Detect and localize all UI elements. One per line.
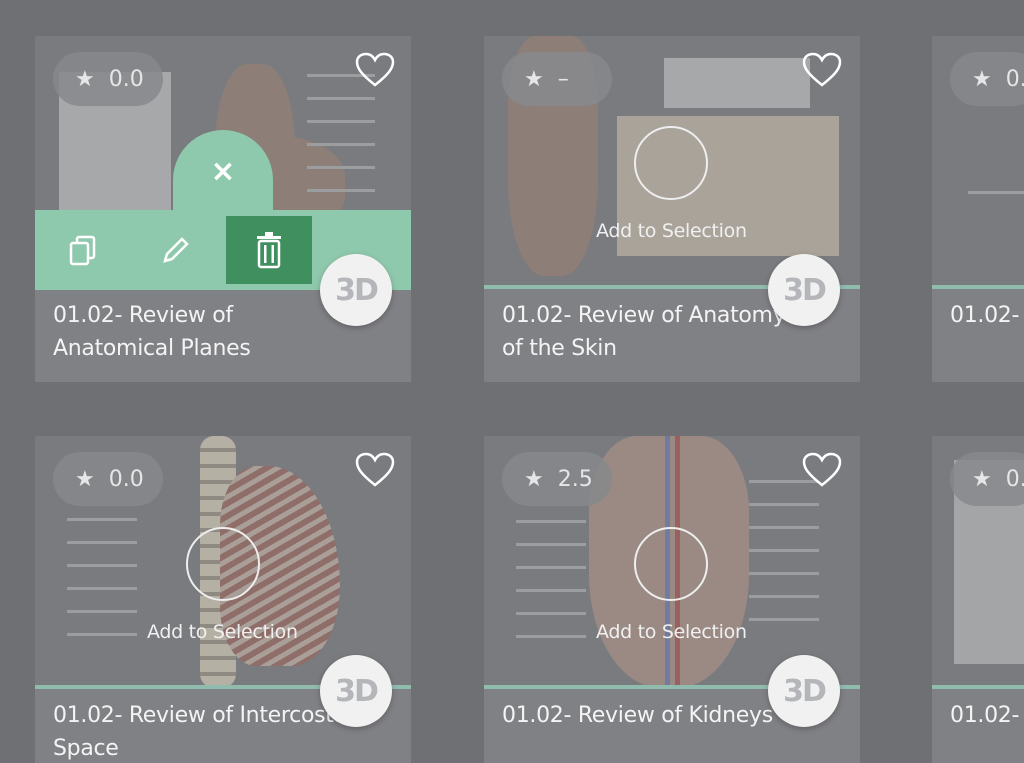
card-title: 01.02- Review of Anatomical Planes <box>53 303 251 361</box>
close-icon[interactable]: × <box>205 154 241 190</box>
rating-value: 0. <box>1005 466 1024 492</box>
heart-icon[interactable] <box>355 52 395 88</box>
content-card-partial-top[interactable]: 01.02- R ★ 0. <box>932 36 1024 382</box>
add-to-selection-label[interactable]: Add to Selection <box>596 220 747 242</box>
content-card-kidneys[interactable]: 01.02- Review of Kidneys ★ 2.5 Add to Se… <box>484 436 860 763</box>
rating-pill: ★ 0. <box>950 452 1024 506</box>
add-to-selection-label[interactable]: Add to Selection <box>596 621 747 643</box>
card-title: 01.02- R <box>950 303 1024 328</box>
heart-icon[interactable] <box>802 52 842 88</box>
rating-value: – <box>557 66 569 92</box>
add-to-selection-label[interactable]: Add to Selection <box>147 621 298 643</box>
content-card-partial-bottom[interactable]: 01.02- R ★ 0. <box>932 436 1024 763</box>
rating-pill: ★ 0.0 <box>53 452 163 506</box>
rating-pill: ★ 0.0 <box>53 52 163 106</box>
pencil-icon <box>163 237 189 263</box>
3d-badge: 3D <box>768 254 840 326</box>
delete-button[interactable] <box>226 216 312 284</box>
card-title: 01.02- Review of Intercostal Space <box>53 703 353 761</box>
add-to-selection-button[interactable] <box>186 527 260 601</box>
heart-icon[interactable] <box>802 452 842 488</box>
content-card-skin[interactable]: 01.02- Review of Anatomy of the Skin ★ –… <box>484 36 860 382</box>
rating-value: 0.0 <box>108 466 144 492</box>
star-icon: ★ <box>75 466 95 492</box>
content-card-intercostal[interactable]: 01.02- Review of Intercostal Space ★ 0.0… <box>35 436 411 763</box>
star-icon: ★ <box>75 66 95 92</box>
copy-button[interactable] <box>40 216 126 284</box>
add-to-selection-button[interactable] <box>634 527 708 601</box>
card-info: 01.02- R <box>932 689 1024 763</box>
rating-pill: ★ – <box>502 52 612 106</box>
rating-pill: ★ 2.5 <box>502 452 612 506</box>
edit-button[interactable] <box>133 216 219 284</box>
star-icon: ★ <box>524 66 544 92</box>
heart-icon[interactable] <box>355 452 395 488</box>
3d-badge: 3D <box>320 254 392 326</box>
card-title: 01.02- Review of Kidneys <box>502 703 773 728</box>
rating-value: 2.5 <box>557 466 593 492</box>
star-icon: ★ <box>524 466 544 492</box>
3d-badge: 3D <box>768 655 840 727</box>
card-title: 01.02- Review of Anatomy of the Skin <box>502 303 786 361</box>
card-title: 01.02- R <box>950 703 1024 728</box>
3d-badge: 3D <box>320 655 392 727</box>
copy-icon <box>69 235 96 266</box>
card-info: 01.02- R <box>932 289 1024 382</box>
rating-value: 0. <box>1005 66 1024 92</box>
rating-value: 0.0 <box>108 66 144 92</box>
add-to-selection-button[interactable] <box>634 126 708 200</box>
rating-pill: ★ 0. <box>950 52 1024 106</box>
trash-icon <box>257 232 281 269</box>
star-icon: ★ <box>972 66 992 92</box>
star-icon: ★ <box>972 466 992 492</box>
